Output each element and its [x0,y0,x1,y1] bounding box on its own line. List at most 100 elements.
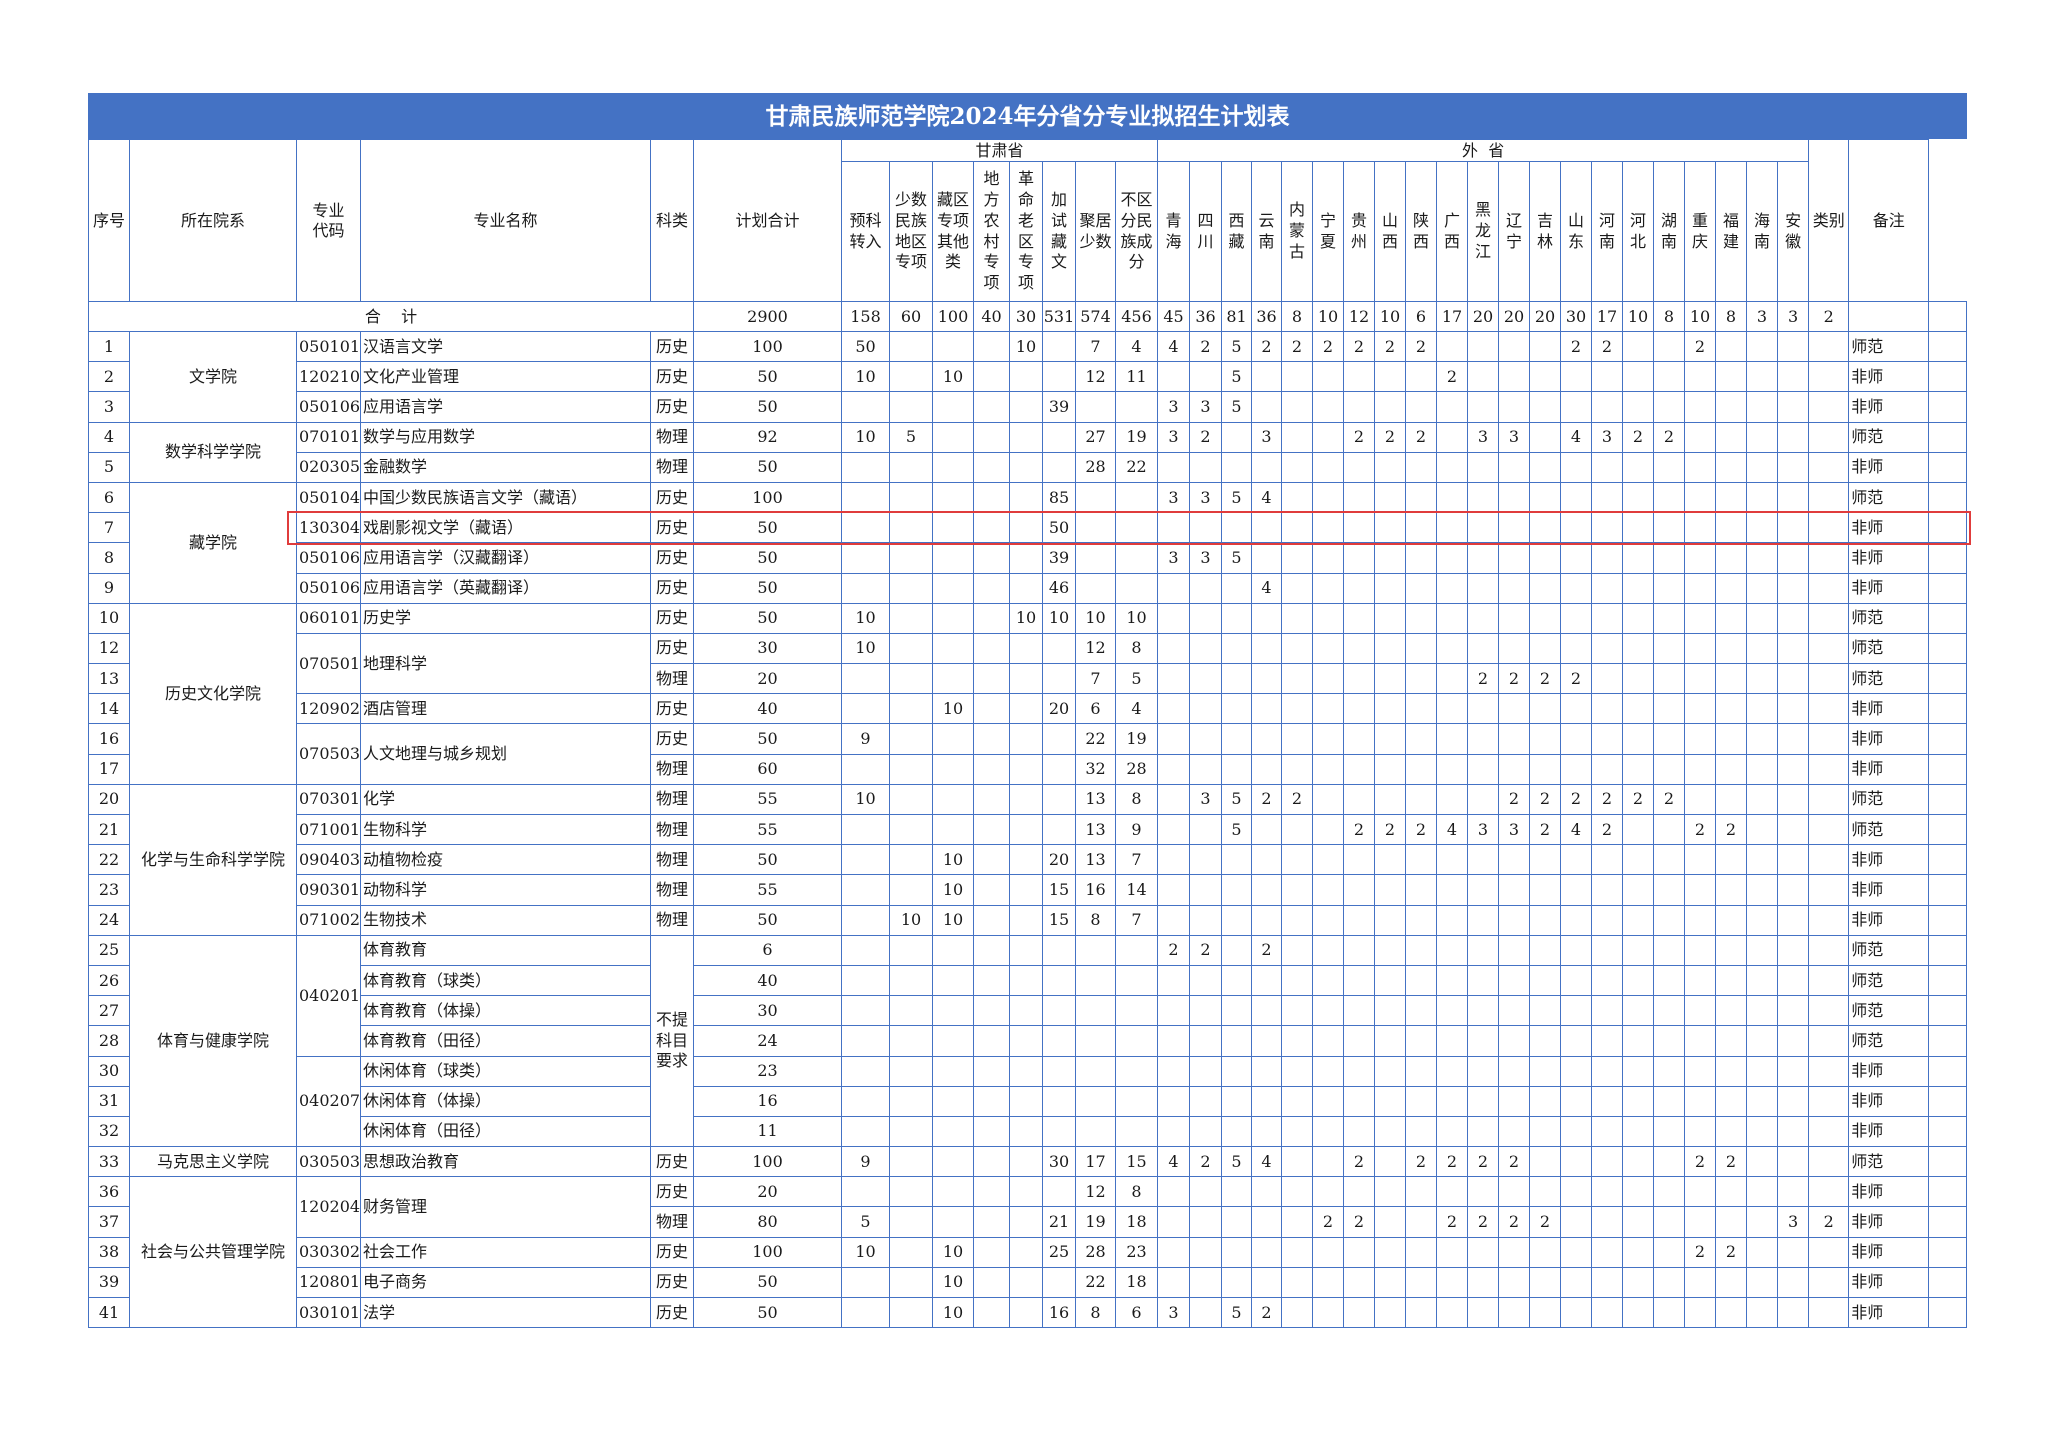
header-province: 山东 [1560,161,1593,302]
quota-cell: 10 [841,602,890,634]
quota-cell [932,723,974,755]
quota-cell [1715,421,1748,453]
quota-cell [1777,512,1810,544]
quota-cell [1653,813,1686,846]
quota-cell [1189,572,1223,604]
total-cell: 20 [1498,301,1531,332]
quota-cell: 2 [1498,663,1531,695]
quota-cell [1405,995,1438,1027]
subject-cell: 历史 [650,542,694,574]
quota-cell [1157,572,1191,604]
quota-cell [1114,1115,1159,1148]
quota-cell [1281,421,1314,453]
plan-total-cell: 20 [693,1176,842,1208]
quota-cell [1343,1085,1376,1117]
quota-cell [1405,1115,1438,1148]
quota-cell [1498,361,1531,393]
quota-cell [1653,361,1686,393]
header-province: 西藏 [1221,161,1253,302]
category-cell: 师范 [1848,1025,1930,1057]
quota-cell [1009,421,1043,453]
quota-cell [1281,753,1314,785]
subject-cell: 历史 [650,602,694,634]
quota-cell [1467,481,1500,514]
quota-cell [889,874,933,906]
subject-cell: 历史 [650,723,694,755]
row-seq: 28 [88,1025,130,1057]
quota-cell: 10 [841,632,890,665]
subject-cell: 历史 [650,361,694,393]
quota-cell: 19 [1114,421,1159,453]
major-name: 应用语言学 [360,391,651,423]
category-cell: 非师 [1848,1236,1930,1268]
quota-cell [1312,602,1345,634]
category-cell: 师范 [1848,481,1930,514]
quota-cell [1374,451,1407,483]
quota-cell [1405,632,1438,665]
table-row: 3 050106 应用语言学 历史 50 39 3 3 5 非师 [88,391,1967,423]
major-code: 030302 [296,1236,361,1268]
quota-cell [841,844,890,876]
quota-cell [1312,723,1345,755]
table-row: 7 130304 戏剧影视文学（藏语） 历史 50 50 非师 [88,512,1967,544]
row-seq: 20 [88,783,130,816]
major-name: 动物科学 [360,874,651,906]
quota-cell [973,330,1010,363]
major-code: 040201 [296,934,361,1057]
table-row: 39 120801 电子商务 历史 50 10 22 18 非师 [88,1266,1967,1299]
quota-cell [1405,934,1438,966]
quota-cell: 5 [889,421,933,453]
quota-cell: 14 [1114,874,1159,906]
quota-cell [1281,1146,1314,1178]
quota-cell [1777,602,1810,634]
quota-cell [1777,934,1810,966]
quota-cell [1436,934,1469,966]
quota-cell [1436,874,1469,906]
quota-cell [1653,481,1686,514]
quota-cell [1591,663,1624,695]
quota-cell [1591,904,1624,936]
category-cell: 非师 [1848,1055,1930,1087]
quota-cell [1221,572,1253,604]
subject-cell: 历史 [650,481,694,514]
quota-cell [1405,481,1438,514]
remark-cell [1928,874,1967,906]
quota-cell [1746,361,1779,393]
quota-cell [1251,451,1283,483]
quota-cell [1042,723,1076,755]
quota-cell [1189,451,1223,483]
quota-cell [1777,572,1810,604]
quota-cell: 3 [1189,481,1223,514]
quota-cell [1653,542,1686,574]
quota-cell: 2 [1343,421,1376,453]
quota-cell: 2 [1560,783,1593,816]
quota-cell [1189,844,1223,876]
quota-cell [1312,632,1345,665]
row-seq: 41 [88,1296,130,1329]
quota-cell [1746,995,1779,1027]
quota-cell [1622,813,1655,846]
quota-cell: 22 [1114,451,1159,483]
quota-cell [1042,964,1076,997]
quota-cell: 2 [1374,330,1407,363]
quota-cell [1405,602,1438,634]
quota-cell [1467,1115,1500,1148]
category-cell: 非师 [1848,874,1930,906]
quota-cell: 10 [1042,602,1076,634]
quota-cell [1281,632,1314,665]
quota-cell: 15 [1042,904,1076,936]
quota-cell [1221,753,1253,785]
header-province: 河北 [1622,161,1655,302]
quota-cell [889,1085,933,1117]
quota-cell [1436,1025,1469,1057]
quota-cell [1777,1025,1810,1057]
plan-total-cell: 6 [693,934,842,966]
quota-cell [1808,753,1850,785]
category-cell: 非师 [1848,904,1930,936]
quota-cell [841,1085,890,1117]
quota-cell [1653,874,1686,906]
table-row: 28 体育教育（田径） 24 师范 [88,1025,1967,1057]
quota-cell [1405,1055,1438,1087]
quota-cell [889,813,933,846]
quota-cell [1221,995,1253,1027]
